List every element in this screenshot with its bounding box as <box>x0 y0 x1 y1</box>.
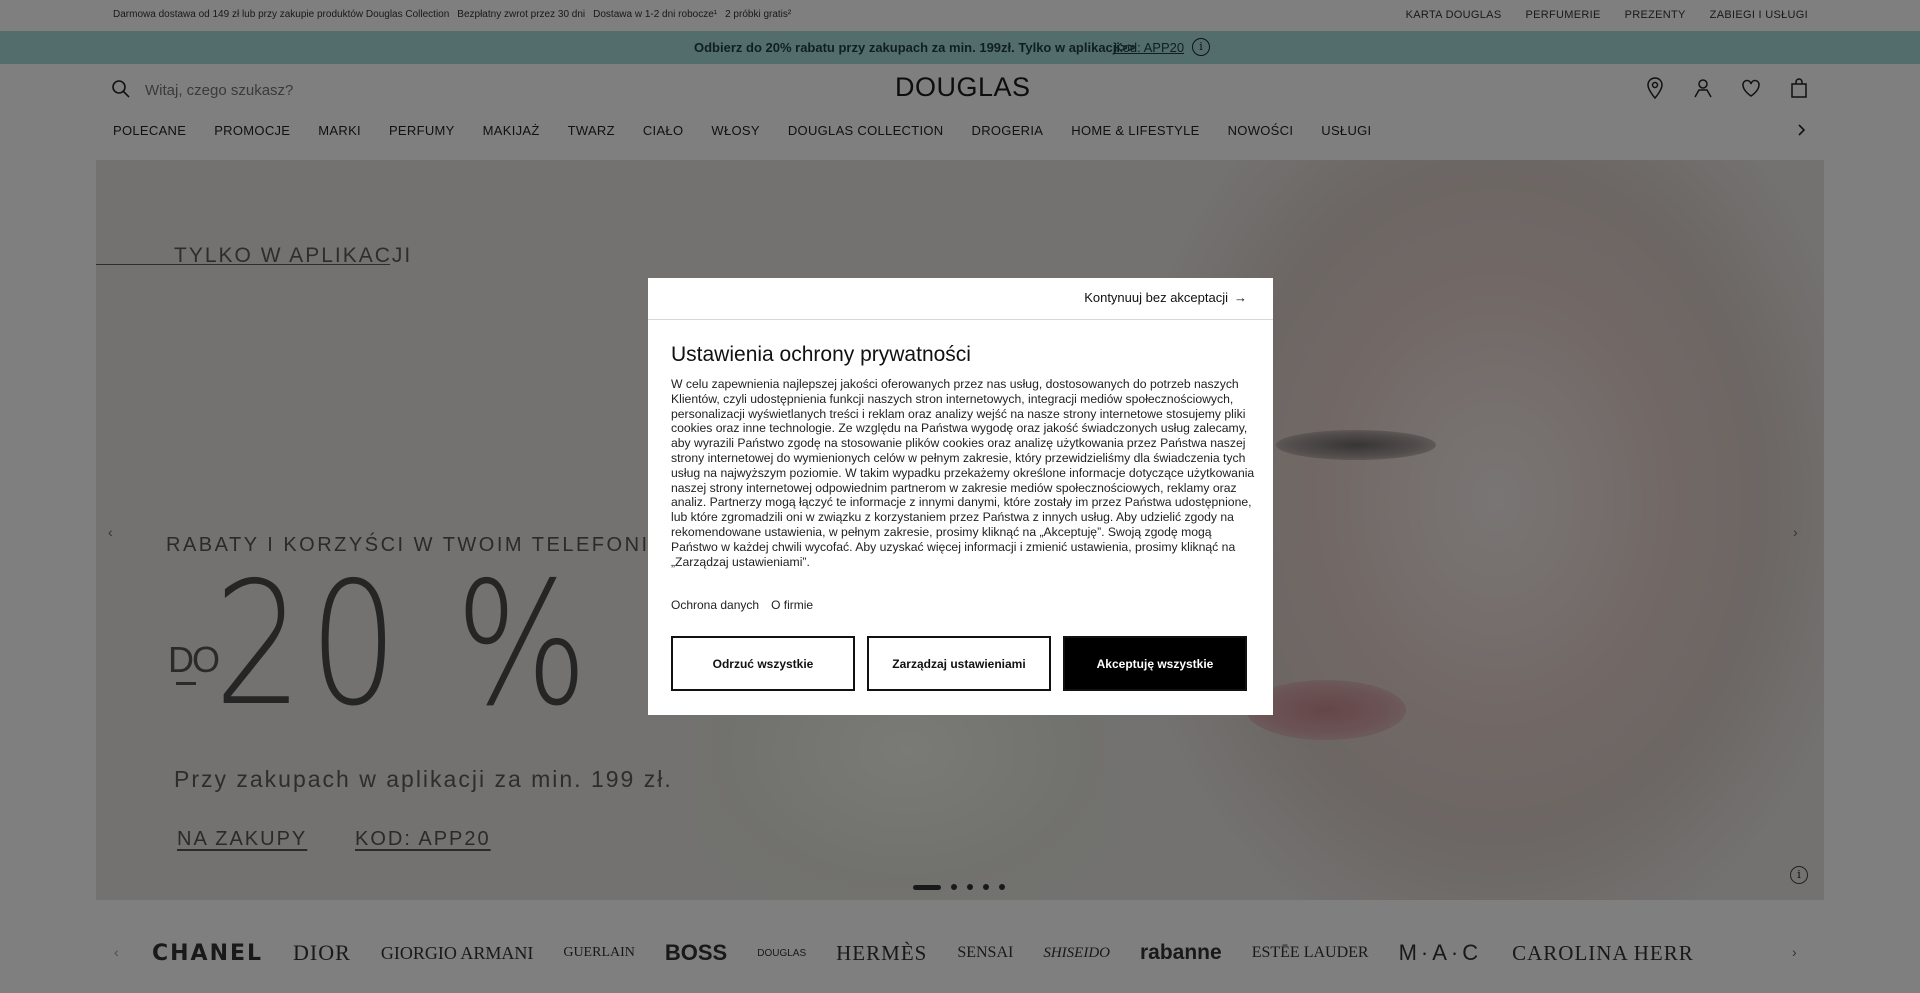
accept-all-button[interactable]: Akceptuję wszystkie <box>1063 636 1247 691</box>
continue-label: Kontynuuj bez akceptacji <box>1084 290 1228 305</box>
link-about[interactable]: O firmie <box>771 598 813 612</box>
arrow-right-icon: → <box>1234 290 1247 305</box>
dialog-links: Ochrona danych O firmie <box>671 598 813 612</box>
link-privacy[interactable]: Ochrona danych <box>671 598 759 612</box>
continue-without-accepting[interactable]: Kontynuuj bez akceptacji → <box>1084 290 1247 305</box>
divider <box>648 319 1273 320</box>
dialog-title: Ustawienia ochrony prywatności <box>671 343 971 366</box>
reject-all-button[interactable]: Odrzuć wszystkie <box>671 636 855 691</box>
manage-settings-button[interactable]: Zarządzaj ustawieniami <box>867 636 1051 691</box>
dialog-body: W celu zapewnienia najlepszej jakości of… <box>671 377 1255 569</box>
dialog-actions: Odrzuć wszystkie Zarządzaj ustawieniami … <box>671 636 1247 691</box>
cookie-consent-dialog: Kontynuuj bez akceptacji → Ustawienia oc… <box>648 278 1273 715</box>
